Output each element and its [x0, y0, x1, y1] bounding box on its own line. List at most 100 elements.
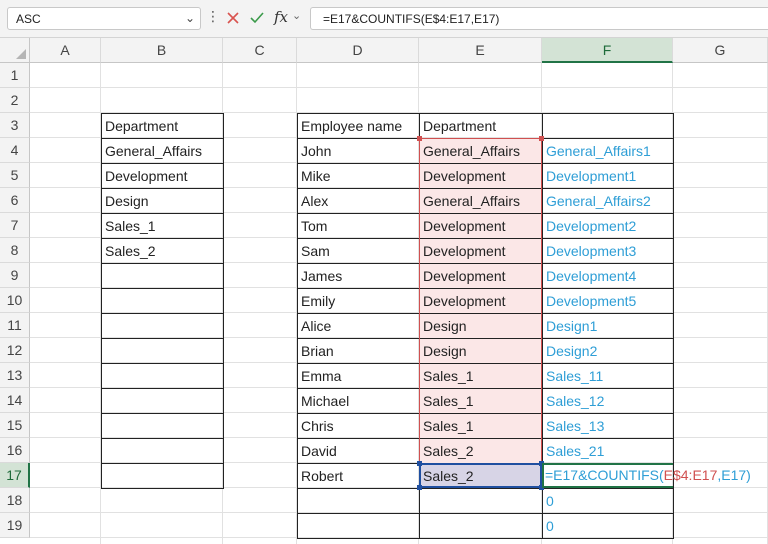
- column-header-a[interactable]: A: [30, 38, 101, 63]
- cell-e4[interactable]: General_Affairs: [419, 138, 543, 164]
- cell-f15[interactable]: Sales_13: [542, 413, 674, 439]
- row-header-15[interactable]: 15: [0, 413, 30, 438]
- row-header-5[interactable]: 5: [0, 163, 30, 188]
- cell-d18[interactable]: [297, 488, 420, 514]
- cell-e11[interactable]: Design: [419, 313, 543, 339]
- cell-f11[interactable]: Design1: [542, 313, 674, 339]
- row-header-3[interactable]: 3: [0, 113, 30, 138]
- column-header-c[interactable]: C: [223, 38, 297, 63]
- enter-button[interactable]: [248, 9, 266, 27]
- editing-cell-formula[interactable]: =E17&COUNTIFS(E$4:E17,E17): [545, 463, 751, 488]
- row-header-1[interactable]: 1: [0, 63, 30, 88]
- cell-f18[interactable]: 0: [542, 488, 674, 514]
- insert-function-button[interactable]: fx: [274, 8, 288, 26]
- cell-e9[interactable]: Development: [419, 263, 543, 289]
- cell-f12[interactable]: Design2: [542, 338, 674, 364]
- cell-d9[interactable]: James: [297, 263, 420, 289]
- cell-d12[interactable]: Brian: [297, 338, 420, 364]
- cell-e13[interactable]: Sales_1: [419, 363, 543, 389]
- row-header-13[interactable]: 13: [0, 363, 30, 388]
- cell-b12[interactable]: [101, 338, 224, 364]
- cell-b9[interactable]: [101, 263, 224, 289]
- cell-e14[interactable]: Sales_1: [419, 388, 543, 414]
- cell-d13[interactable]: Emma: [297, 363, 420, 389]
- cell-e12[interactable]: Design: [419, 338, 543, 364]
- row-header-17[interactable]: 17: [0, 463, 30, 488]
- row-header-14[interactable]: 14: [0, 388, 30, 413]
- row-header-7[interactable]: 7: [0, 213, 30, 238]
- cell-e15[interactable]: Sales_1: [419, 413, 543, 439]
- chevron-down-icon[interactable]: ⌄: [185, 11, 195, 25]
- cell-b5[interactable]: Development: [101, 163, 224, 189]
- cell-b7[interactable]: Sales_1: [101, 213, 224, 239]
- cell-d11[interactable]: Alice: [297, 313, 420, 339]
- cell-f8[interactable]: Development3: [542, 238, 674, 264]
- cell-f6[interactable]: General_Affairs2: [542, 188, 674, 214]
- cell-f10[interactable]: Development5: [542, 288, 674, 314]
- row-header-8[interactable]: 8: [0, 238, 30, 263]
- cell-b3[interactable]: Department: [101, 113, 224, 139]
- cell-b10[interactable]: [101, 288, 224, 314]
- cell-e10[interactable]: Development: [419, 288, 543, 314]
- cell-e3[interactable]: Department: [419, 113, 543, 139]
- column-header-e[interactable]: E: [419, 38, 542, 63]
- cell-f19[interactable]: 0: [542, 513, 674, 539]
- cell-d3[interactable]: Employee name: [297, 113, 420, 139]
- row-header-11[interactable]: 11: [0, 313, 30, 338]
- cell-d7[interactable]: Tom: [297, 213, 420, 239]
- worksheet-grid[interactable]: ABCDEFG 1 2 3 4 5 6 7 8 9 10 11 12 13 14 15 16 17 18 19 De…: [0, 38, 768, 544]
- cell-d4[interactable]: John: [297, 138, 420, 164]
- formula-input[interactable]: =E17&COUNTIFS(E$4:E17,E17): [310, 7, 768, 30]
- column-header-g[interactable]: G: [673, 38, 768, 63]
- cell-b8[interactable]: Sales_2: [101, 238, 224, 264]
- cell-b16[interactable]: [101, 438, 224, 464]
- cell-e18[interactable]: [419, 488, 543, 514]
- row-header-18[interactable]: 18: [0, 488, 30, 513]
- cell-f9[interactable]: Development4: [542, 263, 674, 289]
- row-header-4[interactable]: 4: [0, 138, 30, 163]
- cell-f5[interactable]: Development1: [542, 163, 674, 189]
- cancel-button[interactable]: [224, 9, 242, 27]
- cell-d14[interactable]: Michael: [297, 388, 420, 414]
- column-header-d[interactable]: D: [297, 38, 419, 63]
- cell-e5[interactable]: Development: [419, 163, 543, 189]
- column-header-f[interactable]: F: [542, 38, 673, 63]
- vertical-dots-icon[interactable]: ⋮: [206, 9, 220, 23]
- name-box[interactable]: ASC ⌄: [7, 7, 201, 30]
- cell-d19[interactable]: [297, 513, 420, 539]
- cell-e7[interactable]: Development: [419, 213, 543, 239]
- cell-d6[interactable]: Alex: [297, 188, 420, 214]
- row-header-19[interactable]: 19: [0, 513, 30, 538]
- cell-b13[interactable]: [101, 363, 224, 389]
- cell-e17[interactable]: Sales_2: [419, 463, 543, 489]
- row-header-2[interactable]: 2: [0, 88, 30, 113]
- cell-d10[interactable]: Emily: [297, 288, 420, 314]
- cell-d5[interactable]: Mike: [297, 163, 420, 189]
- cell-f7[interactable]: Development2: [542, 213, 674, 239]
- cell-b15[interactable]: [101, 413, 224, 439]
- cell-b6[interactable]: Design: [101, 188, 224, 214]
- select-all-button[interactable]: [0, 38, 30, 63]
- row-header-9[interactable]: 9: [0, 263, 30, 288]
- row-header-16[interactable]: 16: [0, 438, 30, 463]
- cell-f13[interactable]: Sales_11: [542, 363, 674, 389]
- cell-e8[interactable]: Development: [419, 238, 543, 264]
- cell-b4[interactable]: General_Affairs: [101, 138, 224, 164]
- cell-e16[interactable]: Sales_2: [419, 438, 543, 464]
- chevron-down-icon[interactable]: ⌄: [292, 9, 301, 22]
- cell-d8[interactable]: Sam: [297, 238, 420, 264]
- cell-b11[interactable]: [101, 313, 224, 339]
- cell-f4[interactable]: General_Affairs1: [542, 138, 674, 164]
- row-header-12[interactable]: 12: [0, 338, 30, 363]
- cell-d17[interactable]: Robert: [297, 463, 420, 489]
- cell-e19[interactable]: [419, 513, 543, 539]
- cell-f16[interactable]: Sales_21: [542, 438, 674, 464]
- cell-d16[interactable]: David: [297, 438, 420, 464]
- row-header-6[interactable]: 6: [0, 188, 30, 213]
- cell-b14[interactable]: [101, 388, 224, 414]
- row-header-10[interactable]: 10: [0, 288, 30, 313]
- cell-d15[interactable]: Chris: [297, 413, 420, 439]
- cell-b17[interactable]: [101, 463, 224, 489]
- cell-f3[interactable]: [542, 113, 674, 139]
- cell-f14[interactable]: Sales_12: [542, 388, 674, 414]
